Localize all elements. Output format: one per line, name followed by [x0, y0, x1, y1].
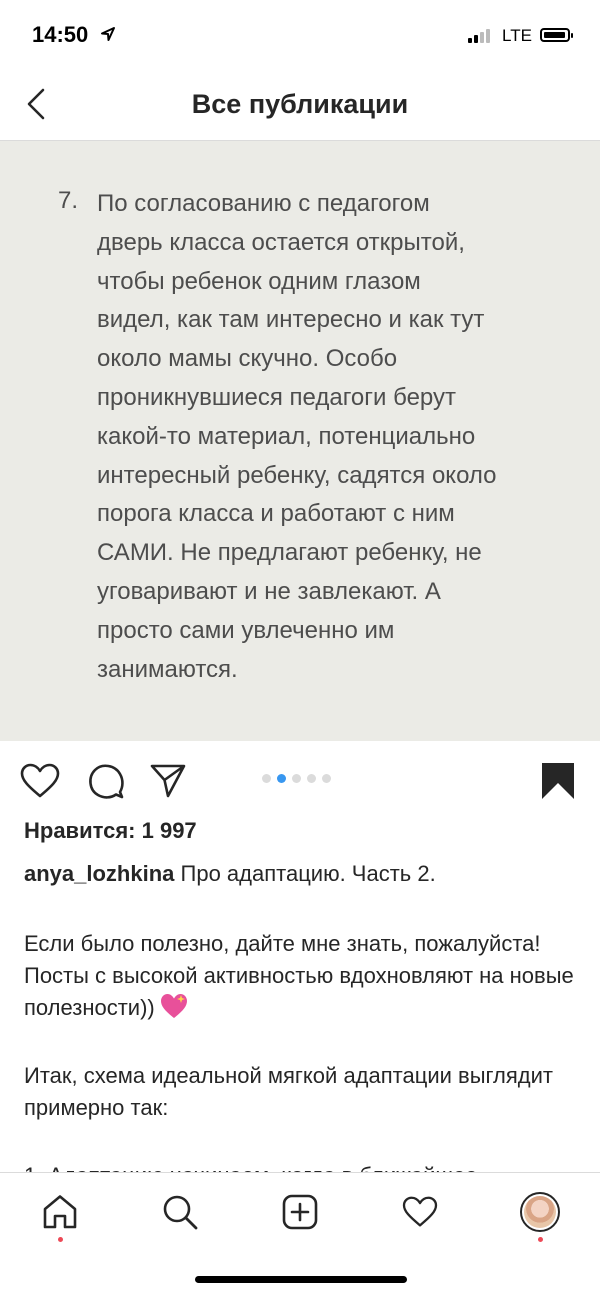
caption-paragraph: Итак, схема идеальной мягкой адаптации в…: [24, 1063, 554, 1120]
home-indicator: [195, 1276, 407, 1283]
plus-square-icon: [282, 1194, 318, 1230]
caption-paragraph-partial-text: 1. Адаптацию начинаем, когда в ближайшее: [24, 1160, 574, 1172]
signal-icon: [468, 29, 490, 43]
page-title: Все публикации: [191, 89, 409, 119]
notification-dot: [538, 1237, 543, 1242]
location-arrow-icon: [100, 26, 116, 47]
caption-text: Про адаптацию. Часть 2.: [180, 861, 436, 886]
bookmark-icon: [542, 763, 574, 799]
like-button[interactable]: [18, 759, 62, 803]
share-button[interactable]: [146, 759, 190, 803]
paper-plane-icon: [150, 764, 186, 798]
carousel-dot: [322, 774, 331, 783]
post-item-number: 7.: [58, 187, 79, 214]
caption-paragraph-text: Если было полезно, дайте мне знать, пожа…: [24, 931, 574, 1020]
caption: anya_lozhkina Про адаптацию. Часть 2.: [24, 858, 584, 890]
caption-username[interactable]: anya_lozhkina: [24, 861, 174, 886]
notification-dot: [58, 1237, 63, 1242]
action-bar: [0, 745, 600, 815]
heart-icon: [20, 763, 60, 798]
caption-paragraph-partial: 1. Адаптацию начинаем, когда в ближайшее: [24, 1158, 574, 1172]
nav-header: Все публикации: [0, 72, 600, 141]
tab-activity[interactable]: [390, 1187, 450, 1237]
status-bar: 14:50 LTE: [0, 0, 600, 72]
carousel-dot: [292, 774, 301, 783]
save-button[interactable]: [536, 759, 580, 803]
post-image[interactable]: 7. По согласованию с педагогом дверь кла…: [0, 141, 600, 741]
post-item-text: По согласованию с педагогом дверь класса…: [97, 190, 497, 683]
likes-count[interactable]: Нравится: 1 997: [24, 818, 197, 844]
tab-search[interactable]: [150, 1187, 210, 1237]
comment-icon: [89, 764, 124, 799]
heart-icon: [402, 1196, 438, 1227]
home-icon: [43, 1195, 77, 1229]
tab-profile[interactable]: [510, 1187, 570, 1242]
tab-create[interactable]: [270, 1187, 330, 1237]
caption-paragraph: Если было полезно, дайте мне знать, пожа…: [24, 928, 574, 1029]
carousel-dot: [307, 774, 316, 783]
carousel-indicator: [262, 774, 331, 783]
network-type: LTE: [502, 26, 532, 45]
tab-home[interactable]: [30, 1187, 90, 1242]
sparkling-heart-emoji-icon: [159, 992, 189, 1029]
carousel-dot-active: [277, 774, 286, 783]
status-time: 14:50: [32, 22, 89, 47]
tab-bar: [0, 1172, 600, 1255]
comment-button[interactable]: [84, 759, 128, 803]
avatar: [520, 1192, 560, 1232]
search-icon: [163, 1195, 198, 1230]
carousel-dot: [262, 774, 271, 783]
battery-icon: [540, 28, 573, 42]
